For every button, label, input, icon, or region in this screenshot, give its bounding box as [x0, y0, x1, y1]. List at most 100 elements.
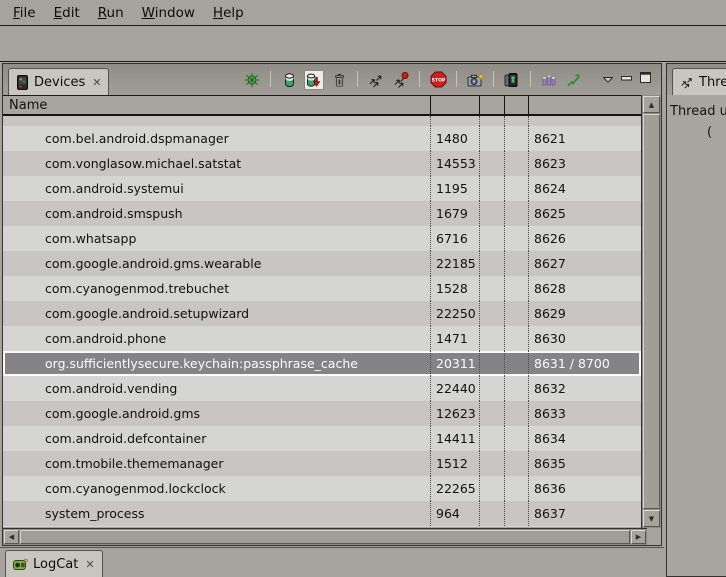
- table-row[interactable]: com.android.vending224408632: [3, 376, 641, 401]
- update-threads-icon[interactable]: [366, 70, 386, 90]
- cell-b: [504, 276, 528, 301]
- table-row[interactable]: com.whatsapp67168626: [3, 226, 641, 251]
- tab-devices[interactable]: Devices ✕: [8, 68, 109, 95]
- table-row[interactable]: com.bel.android.dspmanager14808621: [3, 126, 641, 151]
- table-row-selected[interactable]: org.sufficientlysecure.keychain:passphra…: [3, 351, 641, 376]
- menu-item-run[interactable]: Run: [89, 5, 133, 21]
- sysinfo-icon[interactable]: [539, 70, 559, 90]
- scroll-down-button[interactable]: ▼: [643, 510, 660, 527]
- toolbar-separator: [530, 71, 531, 87]
- scroll-right-button[interactable]: ▶: [631, 530, 646, 544]
- cell-a: [479, 326, 504, 351]
- cell-b: [504, 326, 528, 351]
- cell-a: [479, 251, 504, 276]
- table-row[interactable]: com.google.android.setupwizard222508629: [3, 301, 641, 326]
- cell-pid: 22250: [430, 301, 479, 326]
- update-heap-icon[interactable]: [279, 70, 299, 90]
- hierarchy-view-icon[interactable]: [564, 70, 584, 90]
- empty-toolbar: [0, 27, 726, 62]
- menu-item-edit[interactable]: Edit: [45, 5, 89, 21]
- table-row[interactable]: com.cyanogenmod.trebuchet15288628: [3, 276, 641, 301]
- cell-b: [504, 201, 528, 226]
- tab-label: Threa: [699, 75, 726, 90]
- column-pid: [430, 96, 479, 114]
- cell-a: [479, 276, 504, 301]
- cell-name: com.tmobile.thememanager: [3, 451, 430, 476]
- start-method-profiling-icon[interactable]: [391, 70, 411, 90]
- debug-attach-icon[interactable]: [242, 70, 262, 90]
- cell-pid: 12623: [430, 401, 479, 426]
- application-window: FileEditRunWindowHelp Devices ✕: [0, 0, 726, 577]
- column-extra-1: [479, 96, 504, 114]
- cell-pid: [430, 116, 479, 126]
- view-menu-icon[interactable]: [603, 68, 613, 87]
- view-controls: [603, 68, 651, 91]
- minimize-icon[interactable]: [621, 68, 632, 87]
- cause-gc-icon[interactable]: [329, 70, 349, 90]
- maximize-icon[interactable]: [640, 68, 651, 87]
- scroll-up-button[interactable]: ▲: [643, 96, 660, 113]
- tab-threads[interactable]: Threa: [672, 68, 726, 95]
- cell-name: com.google.android.gms.wearable: [3, 251, 430, 276]
- cell-a: [479, 476, 504, 501]
- cell-b: [504, 501, 528, 526]
- scroll-left-button[interactable]: ◀: [4, 530, 19, 544]
- cell-name: com.cyanogenmod.trebuchet: [3, 276, 430, 301]
- cell-name: com.google.android.setupwizard: [3, 301, 430, 326]
- horizontal-scrollbar-thumb[interactable]: [20, 530, 630, 544]
- tab-logcat[interactable]: LogCat ✕: [5, 550, 103, 577]
- cell-a: [479, 351, 504, 376]
- menu-item-window[interactable]: Window: [133, 5, 204, 21]
- cell-pid: 964: [430, 501, 479, 526]
- table-row-partial[interactable]: [3, 116, 641, 126]
- cell-b: [504, 426, 528, 451]
- table-row[interactable]: com.android.systemui11958624: [3, 176, 641, 201]
- cell-name: com.android.systemui: [3, 176, 430, 201]
- table-row[interactable]: com.google.android.gms126238633: [3, 401, 641, 426]
- vertical-scrollbar-thumb[interactable]: [643, 114, 660, 509]
- cell-port: 8625: [528, 201, 641, 226]
- tab-label: Devices: [34, 75, 85, 90]
- cell-port: 8633: [528, 401, 641, 426]
- cell-b: [504, 451, 528, 476]
- cell-name: [3, 116, 430, 126]
- table-header[interactable]: Name: [3, 96, 641, 116]
- process-table: Name com.bel.android.dspmanager14808621c…: [3, 95, 641, 527]
- cell-b: [504, 251, 528, 276]
- cell-a: [479, 116, 504, 126]
- table-row[interactable]: com.android.defcontainer144118634: [3, 426, 641, 451]
- cell-name: com.android.vending: [3, 376, 430, 401]
- cell-pid: 1480: [430, 126, 479, 151]
- devices-tabbar: Devices ✕: [3, 64, 661, 95]
- menu-item-file[interactable]: File: [4, 5, 45, 21]
- table-row[interactable]: system_process9648637: [3, 501, 641, 526]
- screen-capture-icon[interactable]: [465, 70, 485, 90]
- cell-a: [479, 151, 504, 176]
- cell-pid: 22185: [430, 251, 479, 276]
- toolbar-separator: [419, 71, 420, 87]
- cell-pid: 22265: [430, 476, 479, 501]
- screen-record-icon[interactable]: [502, 70, 522, 90]
- cell-a: [479, 401, 504, 426]
- menu-item-help[interactable]: Help: [204, 5, 253, 21]
- dump-hprof-icon[interactable]: [304, 70, 324, 90]
- table-row[interactable]: com.tmobile.thememanager15128635: [3, 451, 641, 476]
- table-row[interactable]: com.android.smspush16798625: [3, 201, 641, 226]
- cell-name: org.sufficientlysecure.keychain:passphra…: [3, 351, 430, 376]
- threads-panel: Threa Thread up (: [666, 63, 726, 577]
- close-icon[interactable]: ✕: [83, 558, 94, 571]
- threads-tabbar: Threa: [667, 64, 726, 95]
- cell-port: 8626: [528, 226, 641, 251]
- cell-port: 8630: [528, 326, 641, 351]
- horizontal-scrollbar[interactable]: ◀ ▶: [3, 528, 647, 545]
- close-icon[interactable]: ✕: [90, 76, 101, 89]
- table-row[interactable]: com.cyanogenmod.lockclock222658636: [3, 476, 641, 501]
- cell-b: [504, 151, 528, 176]
- vertical-scrollbar[interactable]: ▲ ▼: [641, 95, 661, 528]
- table-row[interactable]: com.android.phone14718630: [3, 326, 641, 351]
- stop-process-icon[interactable]: STOP: [428, 70, 448, 90]
- table-row[interactable]: com.google.android.gms.wearable221858627: [3, 251, 641, 276]
- threads-icon: [680, 75, 694, 89]
- threads-message-line2: (: [670, 122, 726, 143]
- table-row[interactable]: com.vonglasow.michael.satstat145538623: [3, 151, 641, 176]
